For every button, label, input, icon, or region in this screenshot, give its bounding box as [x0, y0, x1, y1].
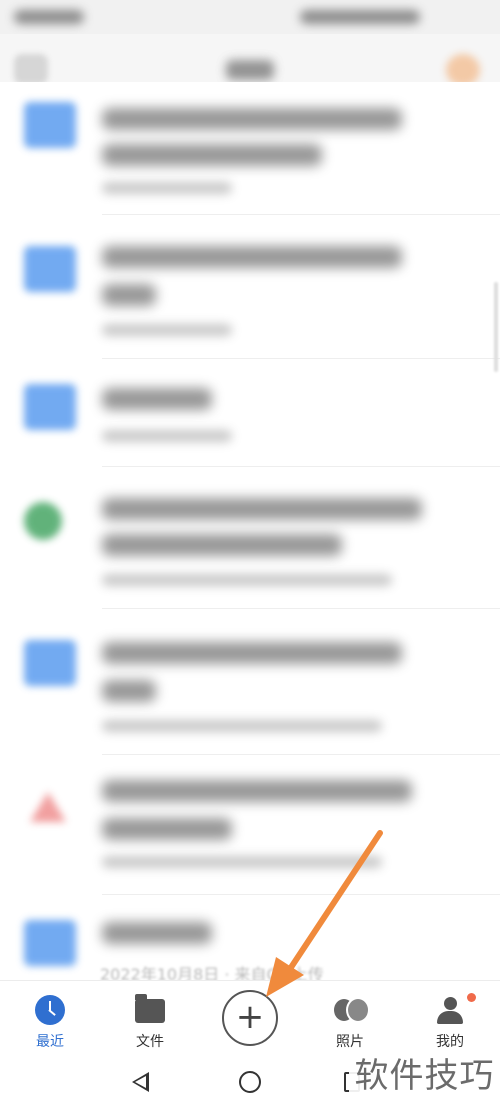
folder-icon	[135, 994, 165, 1023]
pdf-icon	[30, 792, 66, 822]
divider	[102, 608, 500, 609]
file-list[interactable]	[0, 82, 500, 980]
nav-label: 我的	[436, 1034, 464, 1050]
nav-label: 最近	[36, 1034, 64, 1050]
file-meta-redacted	[102, 720, 382, 732]
arrow-shaft	[283, 830, 383, 978]
status-bar	[0, 0, 500, 34]
page-title	[226, 60, 274, 80]
nav-item-recent[interactable]: 最近	[0, 981, 100, 1057]
scrollbar[interactable]	[494, 282, 498, 372]
folder-icon	[24, 102, 76, 148]
back-icon[interactable]	[132, 1072, 149, 1092]
file-meta-redacted	[102, 182, 232, 194]
file-meta-redacted	[102, 430, 232, 442]
nav-label: 文件	[136, 1034, 164, 1050]
file-name-redacted	[102, 818, 232, 840]
profile-icon	[435, 995, 465, 1025]
folder-icon	[24, 384, 76, 430]
divider	[102, 358, 500, 359]
menu-icon[interactable]	[14, 54, 48, 84]
file-name-redacted	[102, 498, 422, 520]
folder-icon	[24, 920, 76, 966]
clock-icon	[35, 995, 65, 1025]
folder-icon	[24, 640, 76, 686]
file-name-redacted	[102, 388, 212, 410]
file-name-redacted	[102, 922, 212, 944]
nav-item-profile[interactable]: 我的	[400, 981, 500, 1057]
file-name-redacted	[102, 534, 342, 556]
folder-icon	[24, 246, 76, 292]
divider	[102, 214, 500, 215]
notification-dot	[467, 993, 476, 1002]
annotation-arrow	[266, 830, 383, 997]
file-name-redacted	[102, 246, 402, 268]
nav-label: 照片	[336, 1034, 364, 1050]
home-icon[interactable]	[239, 1071, 261, 1093]
file-meta-redacted	[102, 324, 232, 336]
nav-item-files[interactable]: 文件	[100, 981, 200, 1057]
status-left-indicators	[14, 10, 84, 24]
file-name-redacted	[102, 284, 156, 306]
file-name-redacted	[102, 108, 402, 130]
file-meta-redacted	[102, 574, 392, 586]
file-name-redacted	[102, 680, 156, 702]
file-name-redacted	[102, 144, 322, 166]
divider	[102, 466, 500, 467]
status-right-indicators	[300, 10, 420, 24]
file-name-redacted	[102, 780, 412, 802]
file-name-redacted	[102, 642, 402, 664]
watermark: 软件技巧	[349, 1050, 500, 1102]
arrow-head	[266, 957, 304, 997]
divider	[102, 754, 500, 755]
document-icon	[24, 502, 62, 540]
